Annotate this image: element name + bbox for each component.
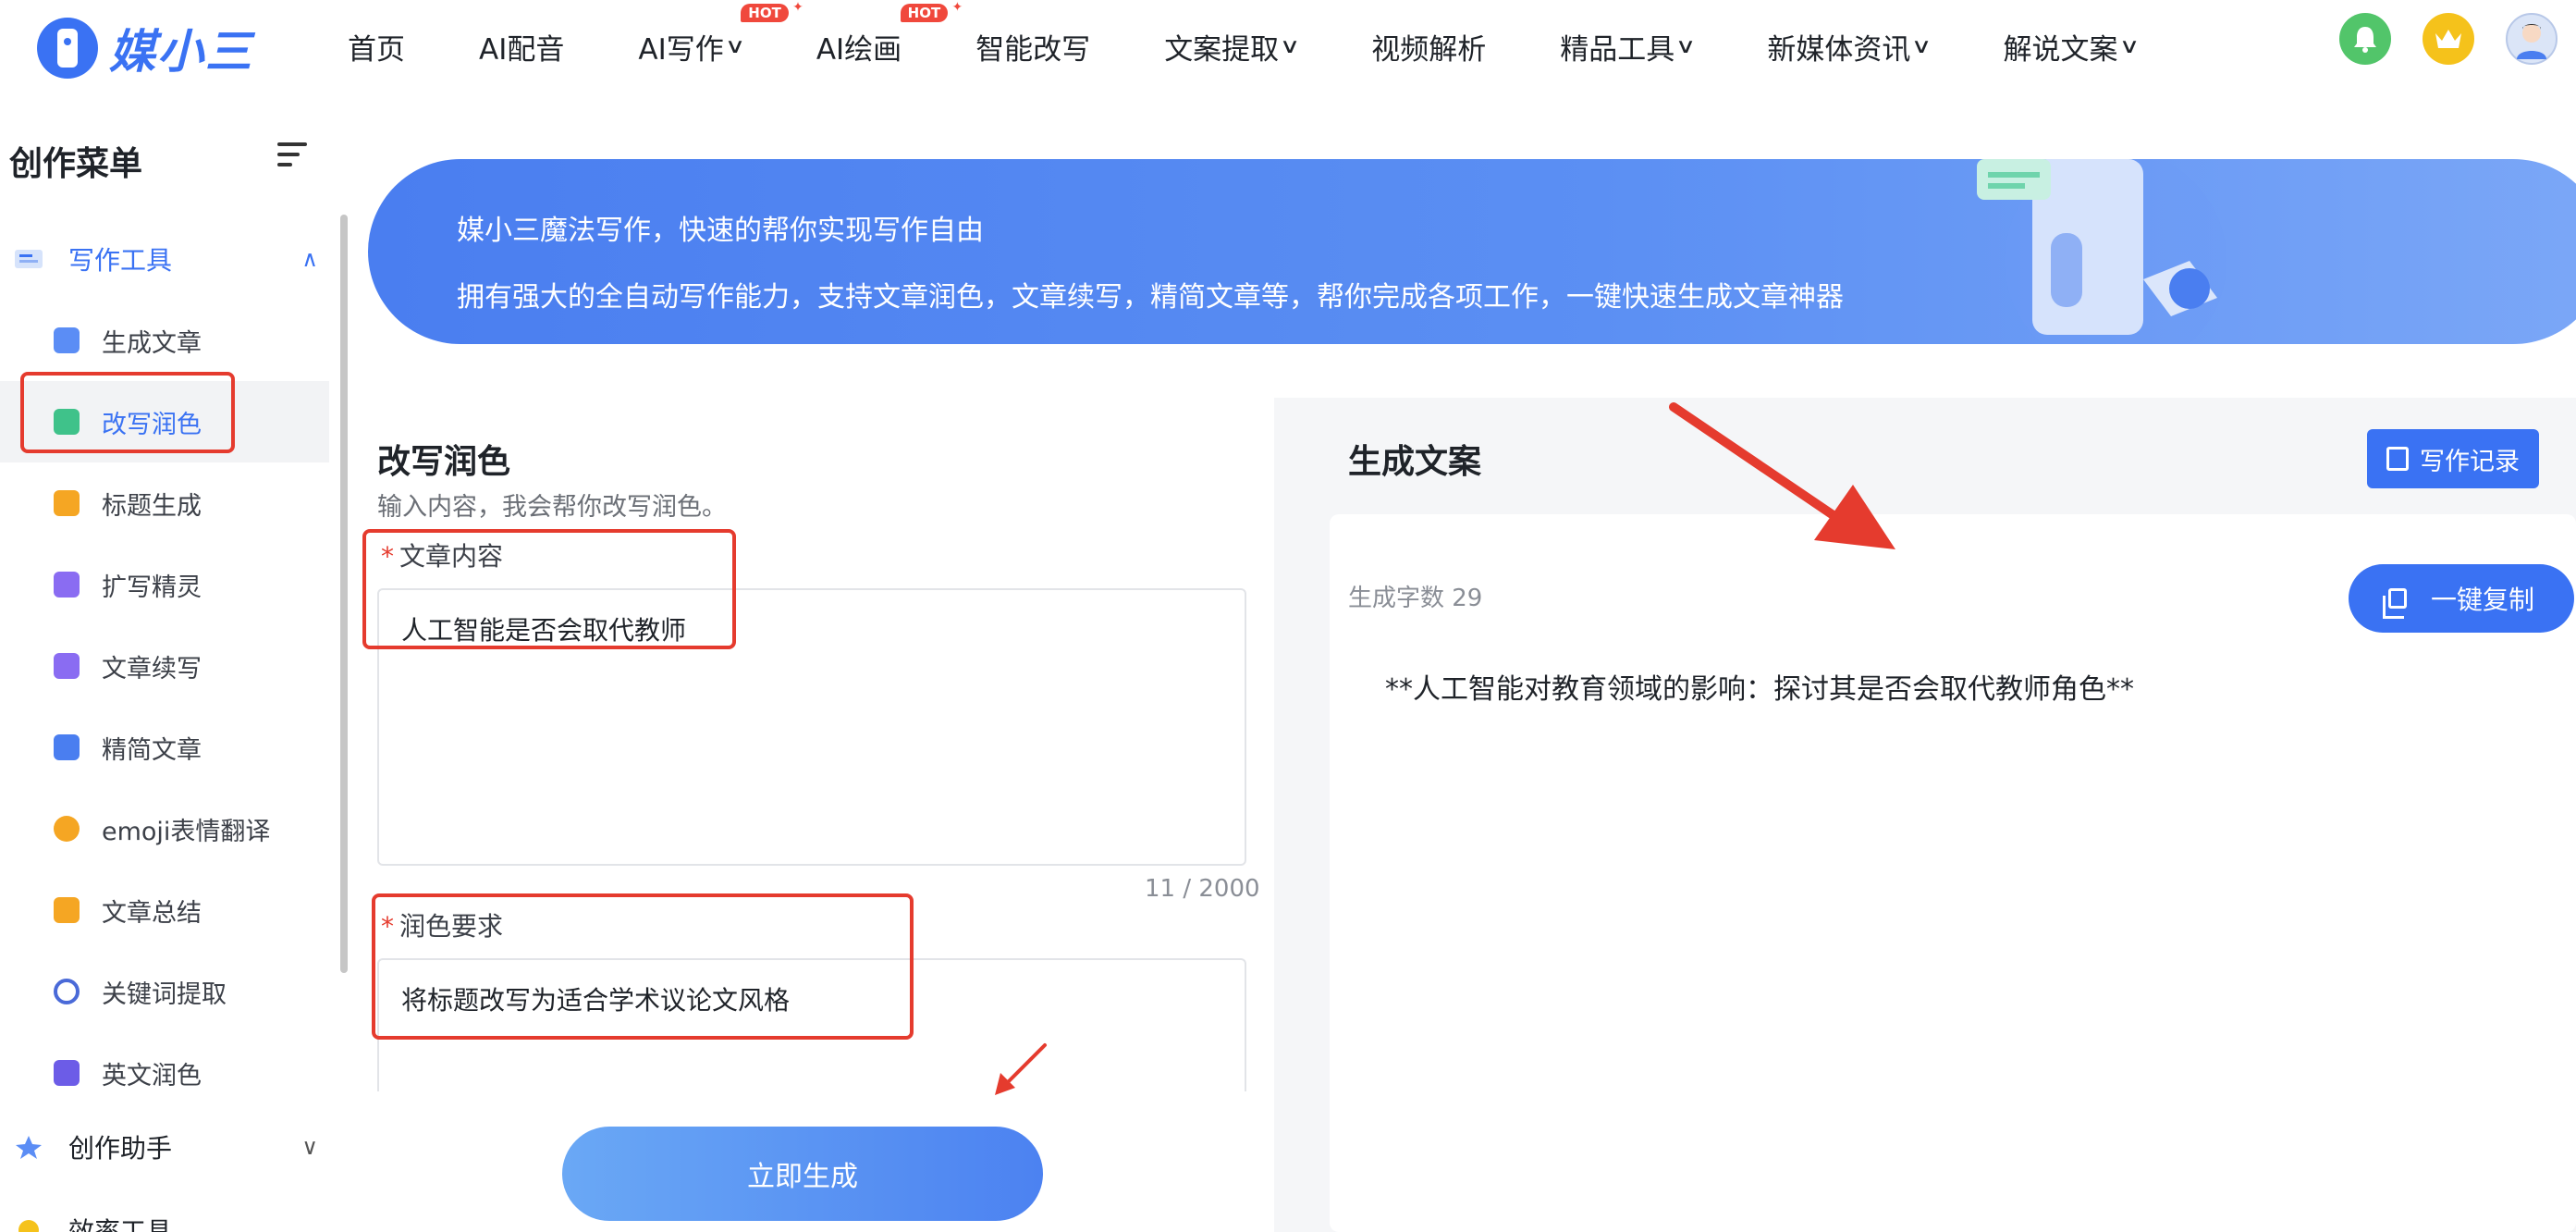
sidebar-item-title-generate[interactable]: 标题生成 [0,462,329,544]
generate-article-icon [54,327,80,353]
nav-item-commentary-copy[interactable]: 解说文案 ∨ [2004,26,2140,68]
nav-item-smart-rewrite[interactable]: 智能改写 [975,26,1090,68]
hot-badge: HOT [741,0,803,22]
continue-writing-icon [54,653,80,679]
sidebar-item-article-summary[interactable]: 文章总结 [0,869,329,951]
nav-item-ai-dubbing[interactable]: AI配音 [479,26,564,68]
title-generate-icon [54,490,80,516]
sidebar-item-continue-writing[interactable]: 文章续写 [0,625,329,707]
copy-all-button[interactable]: 一键复制 [2349,564,2574,633]
sidebar-item-simplify-article[interactable]: 精简文章 [0,707,329,788]
brand-name: 媒小三 [109,25,253,79]
sidebar-item-english-polish[interactable]: 英文润色 [0,1032,329,1114]
nav-item-copy-extract[interactable]: 文案提取 ∨ [1164,26,1300,68]
result-panel: 生成文案 写作记录 生成字数 29 一键复制 **人工智能对教育领域的影响：探讨… [1274,398,2576,1232]
keyword-extract-icon [54,979,80,1004]
generated-text: **人工智能对教育领域的影响：探讨其是否会取代教师角色** [1385,673,2134,706]
sidebar-group-creation-assistant[interactable]: 创作助手 ∨ [13,1128,318,1165]
group-label: 创作助手 [68,1133,173,1164]
top-navigation: 媒小三 首页 AI配音 AI写作∨HOT AI绘画HOT 智能改写 文案提取∨ … [0,0,2576,92]
nav-item-premium-tools[interactable]: 精品工具 ∨ [1560,26,1696,68]
sidebar-scrollbar[interactable] [340,215,348,973]
content-value: 人工智能是否会取代教师 [401,615,687,646]
article-summary-icon [54,897,80,923]
sidebar-item-rewrite-polish[interactable]: 改写润色 [0,381,329,462]
banner-illustration-icon [1977,159,2226,344]
main-nav: 首页 AI配音 AI写作∨HOT AI绘画HOT 智能改写 文案提取∨ 视频解析… [348,0,2211,92]
copy-icon [2382,588,2407,619]
hot-badge: HOT [900,0,963,22]
form-subtitle: 输入内容，我会帮你改写润色。 [377,493,727,522]
logo-icon [37,18,98,79]
nav-item-new-media-news[interactable]: 新媒体资讯 ∨ [1767,26,1932,68]
content-field-label: * 文章内容 [381,541,504,572]
result-title: 生成文案 [1348,443,1482,481]
sidebar-title: 创作菜单 [9,145,143,183]
chevron-down-icon: ∨ [1911,34,1932,58]
sidebar-group-writing-tools[interactable]: 写作工具 ∧ [13,240,318,277]
brand-logo[interactable]: 媒小三 [37,15,253,81]
banner-description: 拥有强大的全自动写作能力，支持文章润色，文章续写，精简文章等，帮你完成各项工作，… [457,281,1844,314]
avatar[interactable] [2506,13,2558,65]
history-icon [2386,447,2409,471]
emoji-translate-icon [54,816,80,842]
sidebar-item-generate-article[interactable]: 生成文章 [0,300,329,381]
chevron-down-icon: ∨ [1675,34,1697,58]
form-title: 改写润色 [377,443,511,481]
writing-tools-icon [15,250,43,268]
required-mark: * [381,911,394,942]
chevron-down-icon: ∨ [301,1134,318,1160]
sidebar-item-keyword-extract[interactable]: 关键词提取 [0,951,329,1032]
banner-headline: 媒小三魔法写作，快速的帮你实现写作自由 [457,215,984,247]
creation-assistant-icon [16,1136,42,1159]
group-label: 效率工具 [68,1216,173,1232]
requirement-field-label: * 润色要求 [381,911,504,942]
requirement-textarea[interactable]: 将标题改写为适合学术议论文风格 [377,958,1246,1091]
sidebar-group-efficiency-tools[interactable]: 效率工具 [13,1212,318,1232]
nav-item-video-parse[interactable]: 视频解析 [1371,26,1486,68]
content-textarea[interactable]: 人工智能是否会取代教师 [377,588,1246,866]
requirement-value: 将标题改写为适合学术议论文风格 [401,985,791,1016]
expand-writing-icon [54,572,80,598]
nav-item-ai-writing[interactable]: AI写作 ∨ HOT [638,0,803,68]
chevron-up-icon: ∧ [301,246,318,272]
crown-icon[interactable] [2423,13,2474,65]
group-label: 写作工具 [68,245,173,276]
nav-item-home[interactable]: 首页 [348,26,405,68]
result-card: 生成字数 29 一键复制 **人工智能对教育领域的影响：探讨其是否会取代教师角色… [1330,514,2576,1232]
sidebar: 创作菜单 写作工具 ∧ 生成文章 改写润色 标题生成 扩写精灵 文章续写 精简文… [0,92,351,1232]
sidebar-item-expand-writing[interactable]: 扩写精灵 [0,544,329,625]
sidebar-item-emoji-translate[interactable]: emoji表情翻译 [0,788,329,869]
efficiency-tools-icon [18,1220,39,1232]
writing-history-button[interactable]: 写作记录 [2367,429,2539,488]
top-right-icons [2308,13,2558,65]
required-mark: * [381,541,394,572]
nav-item-ai-drawing[interactable]: AI绘画 HOT [816,0,963,68]
content-char-counter: 11 / 2000 [1145,875,1260,903]
generated-word-count: 生成字数 29 [1348,585,1483,612]
chevron-down-icon: ∨ [2118,34,2140,58]
english-polish-icon [54,1060,80,1086]
simplify-article-icon [54,734,80,760]
generate-now-button[interactable]: 立即生成 [562,1127,1043,1221]
bell-icon[interactable] [2339,13,2391,65]
chevron-down-icon: ∨ [724,34,746,58]
rewrite-polish-icon [54,409,80,435]
chevron-down-icon: ∨ [1279,34,1301,58]
collapse-menu-icon[interactable] [277,142,311,170]
feature-banner: 媒小三魔法写作，快速的帮你实现写作自由 拥有强大的全自动写作能力，支持文章润色，… [368,159,2576,344]
